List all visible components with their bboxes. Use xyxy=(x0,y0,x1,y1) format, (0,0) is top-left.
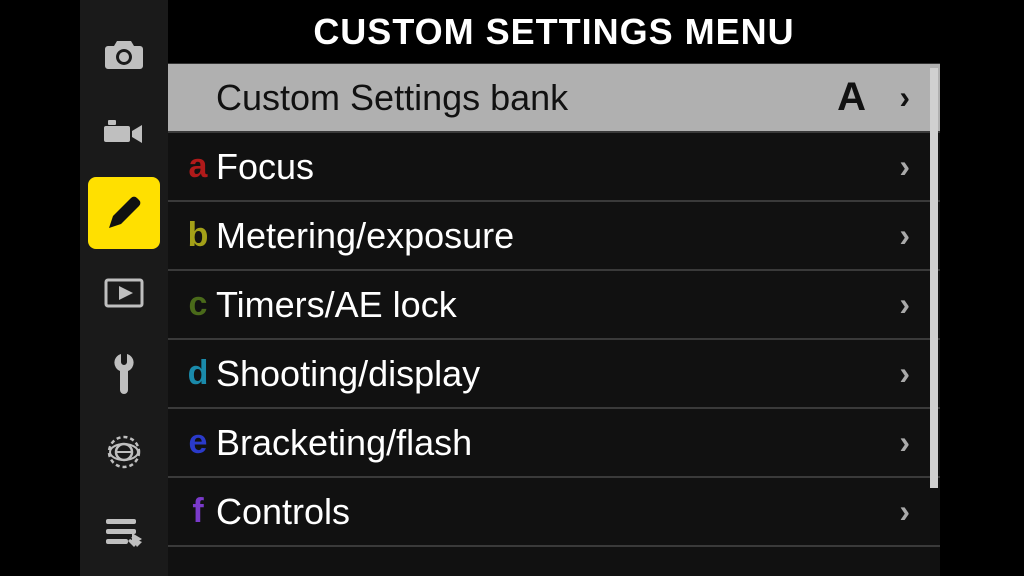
row-timers-ae-lock[interactable]: c Timers/AE lock › xyxy=(168,271,940,340)
network-globe-icon xyxy=(104,432,144,472)
sidebar-tab-setup[interactable] xyxy=(88,337,160,409)
chevron-right-icon: › xyxy=(890,493,910,530)
scrollbar-thumb[interactable] xyxy=(930,68,938,488)
chevron-right-icon: › xyxy=(890,424,910,461)
row-label: Bracketing/flash xyxy=(216,422,890,464)
row-label: Custom Settings bank xyxy=(216,77,837,119)
sidebar-tab-photo[interactable] xyxy=(88,18,160,90)
main-panel: CUSTOM SETTINGS MENU Custom Settings ban… xyxy=(168,0,940,576)
row-prefix: e xyxy=(180,423,216,462)
sidebar-tab-mymenu[interactable] xyxy=(88,496,160,568)
chevron-right-icon: › xyxy=(890,79,910,116)
row-label: Metering/exposure xyxy=(216,215,890,257)
wrench-icon xyxy=(112,352,136,394)
row-custom-settings-bank[interactable]: Custom Settings bank A › xyxy=(168,64,940,133)
row-prefix: b xyxy=(180,216,216,255)
row-prefix: a xyxy=(180,147,216,186)
chevron-right-icon: › xyxy=(890,217,910,254)
chevron-right-icon: › xyxy=(890,148,910,185)
row-label: Timers/AE lock xyxy=(216,284,890,326)
row-focus[interactable]: a Focus › xyxy=(168,133,940,202)
row-metering-exposure[interactable]: b Metering/exposure › xyxy=(168,202,940,271)
row-shooting-display[interactable]: d Shooting/display › xyxy=(168,340,940,409)
chevron-right-icon: › xyxy=(890,355,910,392)
chevron-right-icon: › xyxy=(890,286,910,323)
video-camera-icon xyxy=(104,120,144,148)
camera-menu-screen: CUSTOM SETTINGS MENU Custom Settings ban… xyxy=(80,0,940,576)
row-value: A xyxy=(837,75,866,120)
row-controls[interactable]: f Controls › xyxy=(168,478,940,547)
mymenu-icon xyxy=(104,517,144,547)
sidebar-tab-playback[interactable] xyxy=(88,257,160,329)
row-prefix: d xyxy=(180,354,216,393)
sidebar-tab-custom-settings[interactable] xyxy=(88,177,160,249)
pencil-icon xyxy=(103,192,145,234)
row-bracketing-flash[interactable]: e Bracketing/flash › xyxy=(168,409,940,478)
menu-title: CUSTOM SETTINGS MENU xyxy=(168,0,940,64)
row-label: Focus xyxy=(216,146,890,188)
settings-list: Custom Settings bank A › a Focus › b Met… xyxy=(168,64,940,576)
row-label: Shooting/display xyxy=(216,353,890,395)
sidebar-tab-video[interactable] xyxy=(88,98,160,170)
row-label: Controls xyxy=(216,491,890,533)
row-prefix: c xyxy=(180,285,216,324)
sidebar-tab-network[interactable] xyxy=(88,417,160,489)
row-prefix: f xyxy=(180,492,216,531)
playback-icon xyxy=(104,278,144,308)
camera-icon xyxy=(104,38,144,70)
sidebar xyxy=(80,0,168,576)
